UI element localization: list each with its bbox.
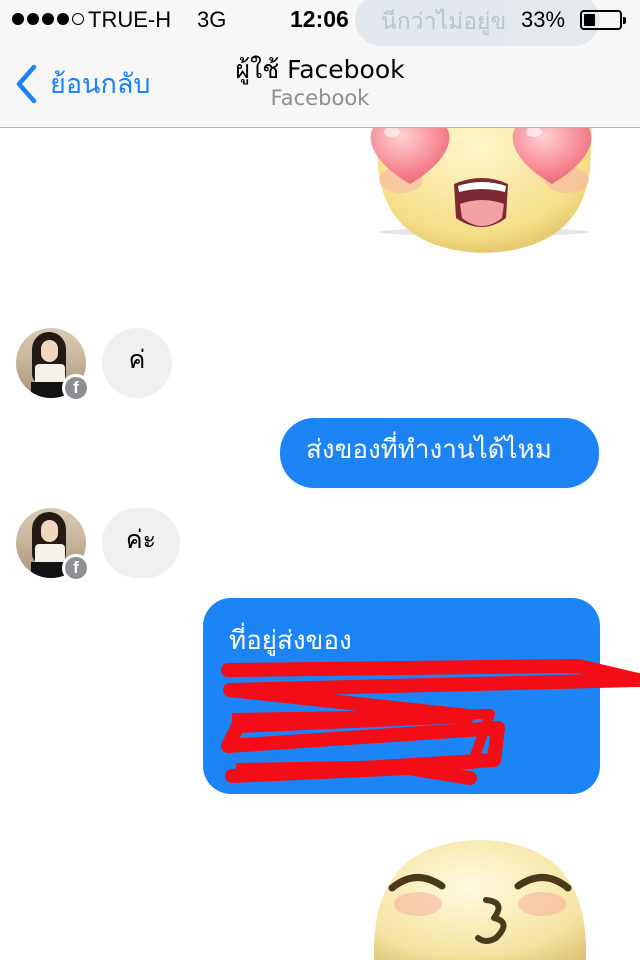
network-type: 3G — [197, 7, 227, 32]
battery-icon — [580, 10, 626, 30]
redaction-scribble — [221, 659, 640, 785]
conversation-subtitle: Facebook — [270, 86, 370, 110]
signal-dot-filled — [27, 13, 39, 25]
navigation-bar: ย้อนกลับ ผู้ใช้ Facebook Facebook — [0, 40, 640, 128]
kissing-sticker[interactable] — [370, 838, 590, 960]
heart-eyes-sticker[interactable] — [358, 128, 610, 270]
signal-strength-icon — [12, 13, 84, 25]
signal-dot-filled — [12, 13, 24, 25]
outgoing-message-bubble[interactable]: ส่งของที่ทำงานได้ไหมจ้า — [280, 418, 599, 529]
top-bar: TRUE-H 3G 12:06 นีกว่าไม่อยู่ข 33% ย้อนก… — [0, 0, 640, 128]
signal-dot-filled — [42, 13, 54, 25]
status-bar: TRUE-H 3G 12:06 นีกว่าไม่อยู่ข 33% — [0, 0, 640, 46]
facebook-badge-icon: f — [62, 554, 90, 582]
message-thread[interactable]: f ค่ ส่งของที่ทำงานได้ไหมจ้า f ค่ะ ที่อย… — [0, 128, 640, 960]
carrier-name: TRUE-H — [88, 7, 172, 32]
conversation-title: ผู้ใช้ Facebook — [235, 55, 405, 84]
battery-percent: 33% — [521, 7, 566, 32]
incoming-message-bubble[interactable]: ค่ะ — [102, 508, 180, 578]
signal-dot-empty — [72, 13, 84, 25]
signal-dot-filled — [57, 13, 69, 25]
facebook-badge-icon: f — [62, 374, 90, 402]
address-heading: ที่อยู่ส่งของ — [229, 626, 352, 656]
battery-level — [584, 14, 595, 26]
incoming-message-bubble[interactable]: ค่ — [102, 328, 172, 398]
clock: 12:06 — [290, 6, 349, 32]
